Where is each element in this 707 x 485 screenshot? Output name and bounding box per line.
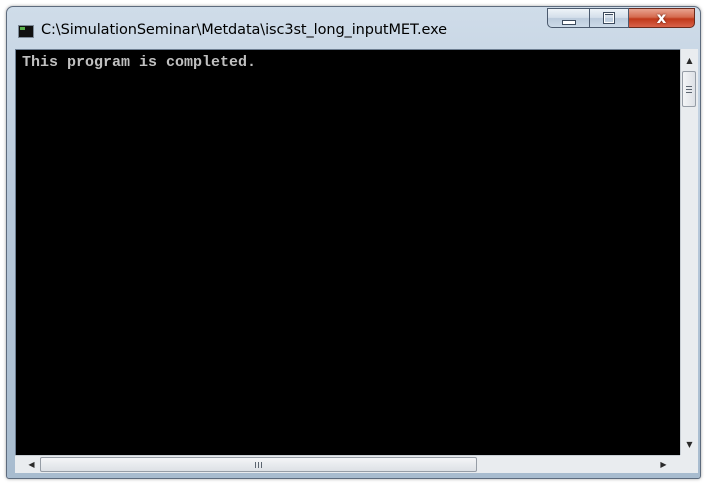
title-bar[interactable]: C:\SimulationSeminar\Metdata\isc3st_long… xyxy=(7,7,700,49)
vertical-scrollbar[interactable]: ▲ ▼ xyxy=(680,49,698,455)
close-icon: x xyxy=(656,8,667,27)
minimize-icon xyxy=(561,19,576,25)
scroll-right-icon[interactable]: ▶ xyxy=(655,456,672,473)
horizontal-scroll-thumb[interactable] xyxy=(40,457,477,472)
scroll-left-icon[interactable]: ◀ xyxy=(23,456,40,473)
grip-icon xyxy=(255,461,262,468)
maximize-icon xyxy=(603,12,615,24)
maximize-button[interactable] xyxy=(589,8,629,28)
console-output-area[interactable]: This program is completed. xyxy=(15,49,680,455)
caption-buttons: x xyxy=(547,8,695,28)
scroll-down-icon[interactable]: ▼ xyxy=(681,436,698,453)
grip-icon xyxy=(686,85,692,93)
window-title: C:\SimulationSeminar\Metdata\isc3st_long… xyxy=(41,22,447,38)
close-button[interactable]: x xyxy=(629,8,695,28)
console-window: C:\SimulationSeminar\Metdata\isc3st_long… xyxy=(6,6,701,479)
minimize-button[interactable] xyxy=(547,8,589,28)
vertical-scroll-thumb[interactable] xyxy=(682,71,696,107)
resize-grip[interactable] xyxy=(680,455,698,473)
console-app-icon[interactable] xyxy=(18,25,34,38)
horizontal-scrollbar[interactable]: ◀ ▶ xyxy=(15,455,680,473)
console-output-text: This program is completed. xyxy=(22,54,257,71)
scroll-up-icon[interactable]: ▲ xyxy=(681,52,698,69)
